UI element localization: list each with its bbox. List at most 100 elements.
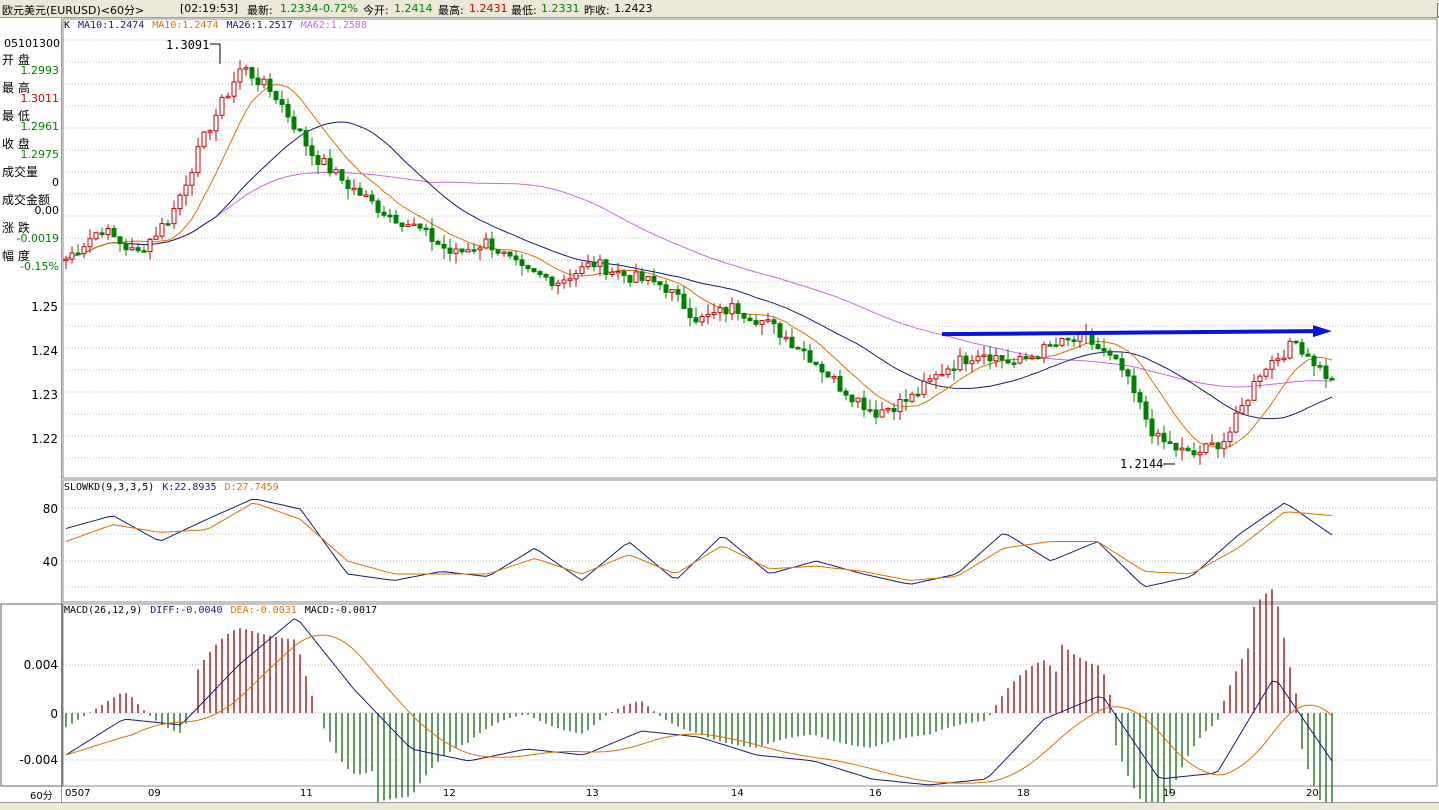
- candle: [1215, 441, 1221, 458]
- candle: [249, 66, 255, 86]
- candle: [657, 281, 663, 291]
- candle: [453, 242, 459, 264]
- candle-down: [1113, 354, 1119, 360]
- candle: [165, 219, 171, 227]
- candle: [1047, 340, 1053, 347]
- candle: [591, 256, 597, 272]
- candle: [1221, 432, 1227, 458]
- candle-down: [687, 307, 693, 319]
- candle: [609, 267, 615, 278]
- candle-down: [381, 211, 387, 216]
- ma62-line: [65, 171, 1333, 388]
- candle-up: [957, 355, 963, 371]
- candle-up: [81, 246, 87, 255]
- candle: [765, 312, 771, 324]
- candle-down: [339, 169, 345, 181]
- candle-up: [783, 336, 789, 340]
- candle-down: [807, 350, 813, 363]
- candle: [231, 71, 237, 104]
- candle: [1245, 398, 1251, 415]
- candle: [333, 166, 339, 176]
- candle-down: [1305, 353, 1311, 357]
- candle-up: [609, 271, 615, 276]
- candle: [381, 206, 387, 218]
- candle-up: [105, 227, 111, 236]
- status-bar: [0, 802, 1439, 810]
- candle-down: [741, 312, 747, 319]
- candle-down: [789, 336, 795, 349]
- candle: [825, 371, 831, 378]
- candle: [975, 350, 981, 365]
- candle: [699, 313, 705, 327]
- candle-up: [483, 238, 489, 249]
- candle: [813, 361, 819, 367]
- candle: [987, 345, 993, 369]
- candle: [1263, 367, 1269, 380]
- candle-up: [927, 378, 933, 382]
- candle-down: [387, 214, 393, 218]
- candle: [531, 267, 537, 274]
- candle-down: [873, 409, 879, 418]
- candle-down: [891, 408, 897, 413]
- candle-down: [537, 271, 543, 276]
- candle-up: [669, 289, 675, 293]
- candle: [627, 274, 633, 288]
- candle-down: [951, 368, 957, 371]
- candle-up: [921, 380, 927, 395]
- candle-up: [1209, 442, 1215, 445]
- candle: [1113, 354, 1119, 361]
- x-label-13: 13: [586, 788, 599, 799]
- candle-down: [1149, 418, 1155, 437]
- candle-down: [459, 248, 465, 253]
- candle-down: [1185, 447, 1191, 452]
- candle-down: [837, 376, 843, 392]
- candle: [669, 289, 675, 301]
- candle: [483, 232, 489, 250]
- candle-down: [315, 155, 321, 166]
- candle: [213, 108, 219, 142]
- candle-down: [1137, 392, 1143, 403]
- candle-down: [693, 317, 699, 323]
- candle-down: [525, 265, 531, 270]
- candle-up: [567, 278, 573, 281]
- candle-down: [123, 243, 129, 251]
- candle-up: [351, 187, 357, 191]
- kd-legend-name: SLOWKD(9,3,3,5): [64, 482, 155, 493]
- candle-down: [813, 361, 819, 365]
- chart-canvas[interactable]: [0, 0, 1439, 810]
- candle: [279, 90, 285, 113]
- candle: [567, 269, 573, 288]
- candle: [297, 128, 303, 133]
- candle: [129, 237, 135, 251]
- candle-down: [1131, 375, 1137, 394]
- candle-down: [117, 236, 123, 245]
- macd-dea-line: [65, 634, 1333, 784]
- candle: [1227, 426, 1233, 448]
- candle-up: [597, 259, 603, 268]
- x-label-11: 11: [300, 788, 313, 799]
- candle: [1053, 337, 1059, 348]
- candle-down: [735, 303, 741, 314]
- candle: [141, 246, 147, 253]
- candle-up: [645, 275, 651, 281]
- macd-side-frame: [0, 603, 63, 787]
- candle: [417, 223, 423, 232]
- candle: [1311, 353, 1317, 376]
- candle: [1119, 351, 1125, 378]
- candle: [777, 321, 783, 346]
- candle-up: [729, 303, 735, 315]
- candle-down: [1215, 442, 1221, 450]
- kd-k-line: [65, 498, 1333, 588]
- candle-up: [705, 313, 711, 317]
- candle: [951, 359, 957, 381]
- candle: [81, 242, 87, 259]
- candle: [99, 227, 105, 238]
- candle: [255, 67, 261, 92]
- candle: [1125, 367, 1131, 385]
- candle-down: [309, 145, 315, 157]
- candle: [363, 190, 369, 198]
- candle: [543, 273, 549, 281]
- candle: [303, 126, 309, 156]
- candle: [369, 189, 375, 205]
- candle-up: [717, 307, 723, 314]
